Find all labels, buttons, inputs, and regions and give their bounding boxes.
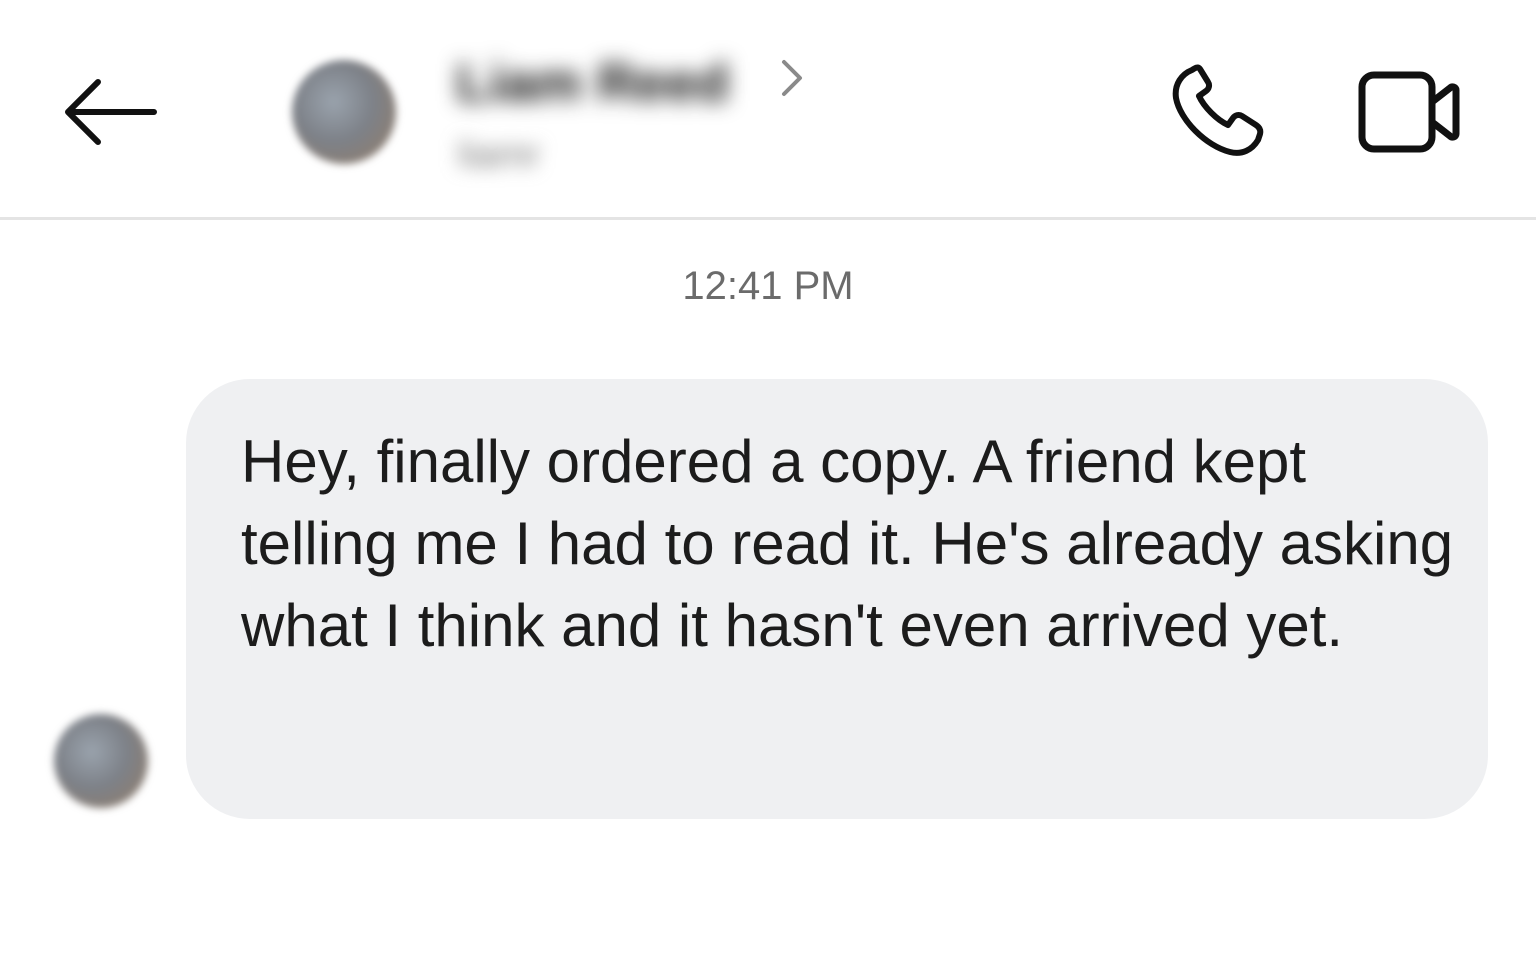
sender-avatar xyxy=(54,714,148,808)
chevron-right-icon xyxy=(782,60,802,96)
message-bubble[interactable]: Hey, finally ordered a copy. A friend ke… xyxy=(186,379,1488,819)
video-call-button[interactable] xyxy=(1352,66,1464,158)
contact-name[interactable]: Liam Reed xyxy=(456,52,729,114)
message-text: Hey, finally ordered a copy. A friend ke… xyxy=(241,428,1454,659)
audio-call-button[interactable] xyxy=(1162,60,1272,164)
phone-icon xyxy=(1172,64,1264,156)
video-camera-icon xyxy=(1358,71,1460,153)
back-arrow-icon xyxy=(65,79,157,145)
contact-username: liamr xyxy=(458,134,541,176)
back-button[interactable] xyxy=(60,72,160,152)
contact-details-link[interactable] xyxy=(772,56,812,100)
conversation-header: Liam Reed liamr xyxy=(0,0,1536,220)
message-timestamp: 12:41 PM xyxy=(682,264,854,308)
contact-avatar[interactable] xyxy=(292,60,396,164)
